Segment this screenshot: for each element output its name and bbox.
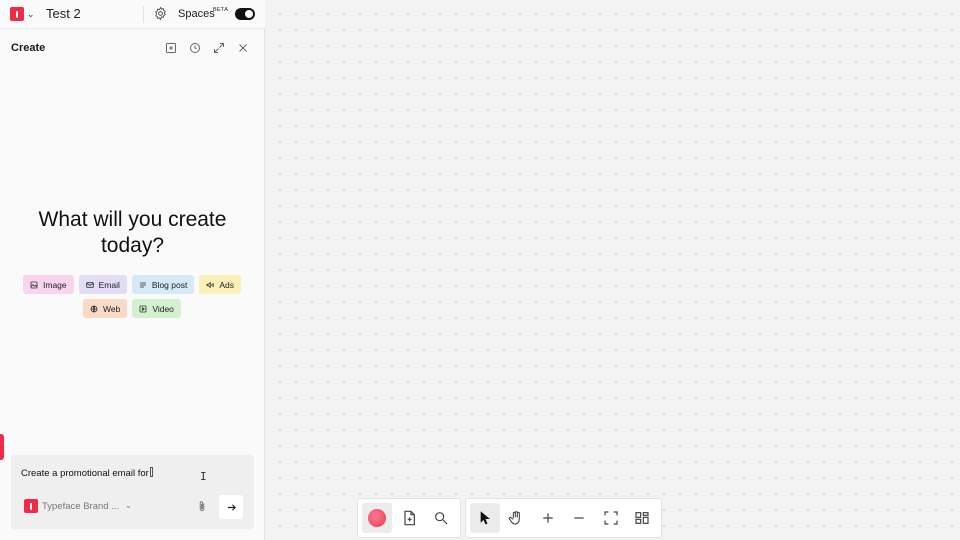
layout-button[interactable] (628, 503, 658, 533)
add-document-icon (404, 510, 415, 526)
paperclip-icon[interactable] (197, 500, 207, 513)
side-handle[interactable] (0, 434, 4, 460)
minus-icon (574, 517, 584, 519)
close-icon[interactable] (237, 42, 249, 54)
canvas[interactable] (266, 0, 960, 540)
pointer-icon (480, 511, 490, 525)
chip-video[interactable]: Video (132, 299, 181, 318)
megaphone-icon (206, 281, 215, 288)
chip-image[interactable]: Image (23, 275, 74, 294)
text-lines-icon (139, 282, 146, 287)
spaces-toggle[interactable] (235, 8, 255, 20)
plus-icon (543, 513, 553, 523)
chip-blog-post[interactable]: Blog post (131, 275, 195, 294)
gear-icon[interactable] (153, 6, 168, 21)
toolbar-right (465, 498, 662, 538)
hand-tool[interactable] (502, 503, 532, 533)
brand-kit-logo[interactable] (24, 499, 38, 513)
add-document-button[interactable] (394, 503, 424, 533)
chips-row-1: Image Email Blog post Ads (23, 275, 241, 294)
hand-icon (509, 511, 521, 525)
create-panel: ⌄ Test 2 Spaces BETA Create What will yo… (0, 0, 265, 540)
send-button[interactable] (219, 495, 243, 519)
select-tool[interactable] (470, 503, 500, 533)
chips-row-2: Web Video (83, 299, 181, 318)
search-button[interactable] (426, 503, 456, 533)
fullscreen-icon (604, 511, 618, 525)
brand-kit-selector[interactable]: Typeface Brand ... (42, 501, 119, 512)
expand-icon[interactable] (213, 42, 225, 54)
new-page-icon[interactable] (165, 42, 177, 54)
ai-button[interactable] (362, 503, 392, 533)
prompt-input[interactable]: Create a promotional email for (21, 467, 153, 479)
arrow-right-icon (227, 503, 236, 511)
prompt-composer: Create a promotional email for I Typefac… (11, 455, 254, 529)
chip-email[interactable]: Email (78, 275, 127, 294)
chip-web[interactable]: Web (83, 299, 128, 318)
hero-line-1: What will you create (38, 208, 227, 231)
chip-label: Web (103, 303, 121, 314)
ibeam-cursor-icon: I (200, 470, 207, 483)
zoom-in-button[interactable] (533, 503, 563, 533)
document-title[interactable]: Test 2 (46, 6, 81, 22)
ai-orb-icon (368, 509, 386, 527)
chip-label: Blog post (151, 279, 188, 290)
grid-layout-icon (635, 512, 649, 524)
fit-screen-button[interactable] (596, 503, 626, 533)
prompt-text: Create a promotional email for (21, 468, 149, 479)
panel-title: Create (11, 42, 46, 54)
chip-ads[interactable]: Ads (199, 275, 241, 294)
divider (143, 6, 144, 23)
text-cursor (149, 467, 153, 477)
beta-badge: BETA (213, 7, 229, 13)
zoom-out-button[interactable] (565, 503, 595, 533)
chip-label: Ads (219, 279, 234, 290)
mail-icon (85, 281, 94, 288)
app-logo[interactable] (10, 7, 24, 21)
chip-label: Image (43, 279, 67, 290)
hero-line-2: today? (100, 234, 165, 257)
chip-label: Video (152, 303, 174, 314)
toolbar-left (357, 498, 461, 538)
globe-icon (90, 305, 98, 312)
top-bar: ⌄ Test 2 Spaces BETA (0, 0, 265, 29)
history-icon[interactable] (189, 42, 201, 54)
chevron-down-icon[interactable]: ⌄ (125, 501, 132, 510)
hero-heading: What will you create today? (0, 207, 265, 259)
image-icon (30, 281, 38, 288)
play-icon (139, 305, 147, 312)
chevron-down-icon[interactable]: ⌄ (27, 7, 35, 21)
spaces-label: Spaces (178, 8, 215, 20)
search-icon (435, 512, 448, 525)
chip-label: Email (98, 279, 120, 290)
